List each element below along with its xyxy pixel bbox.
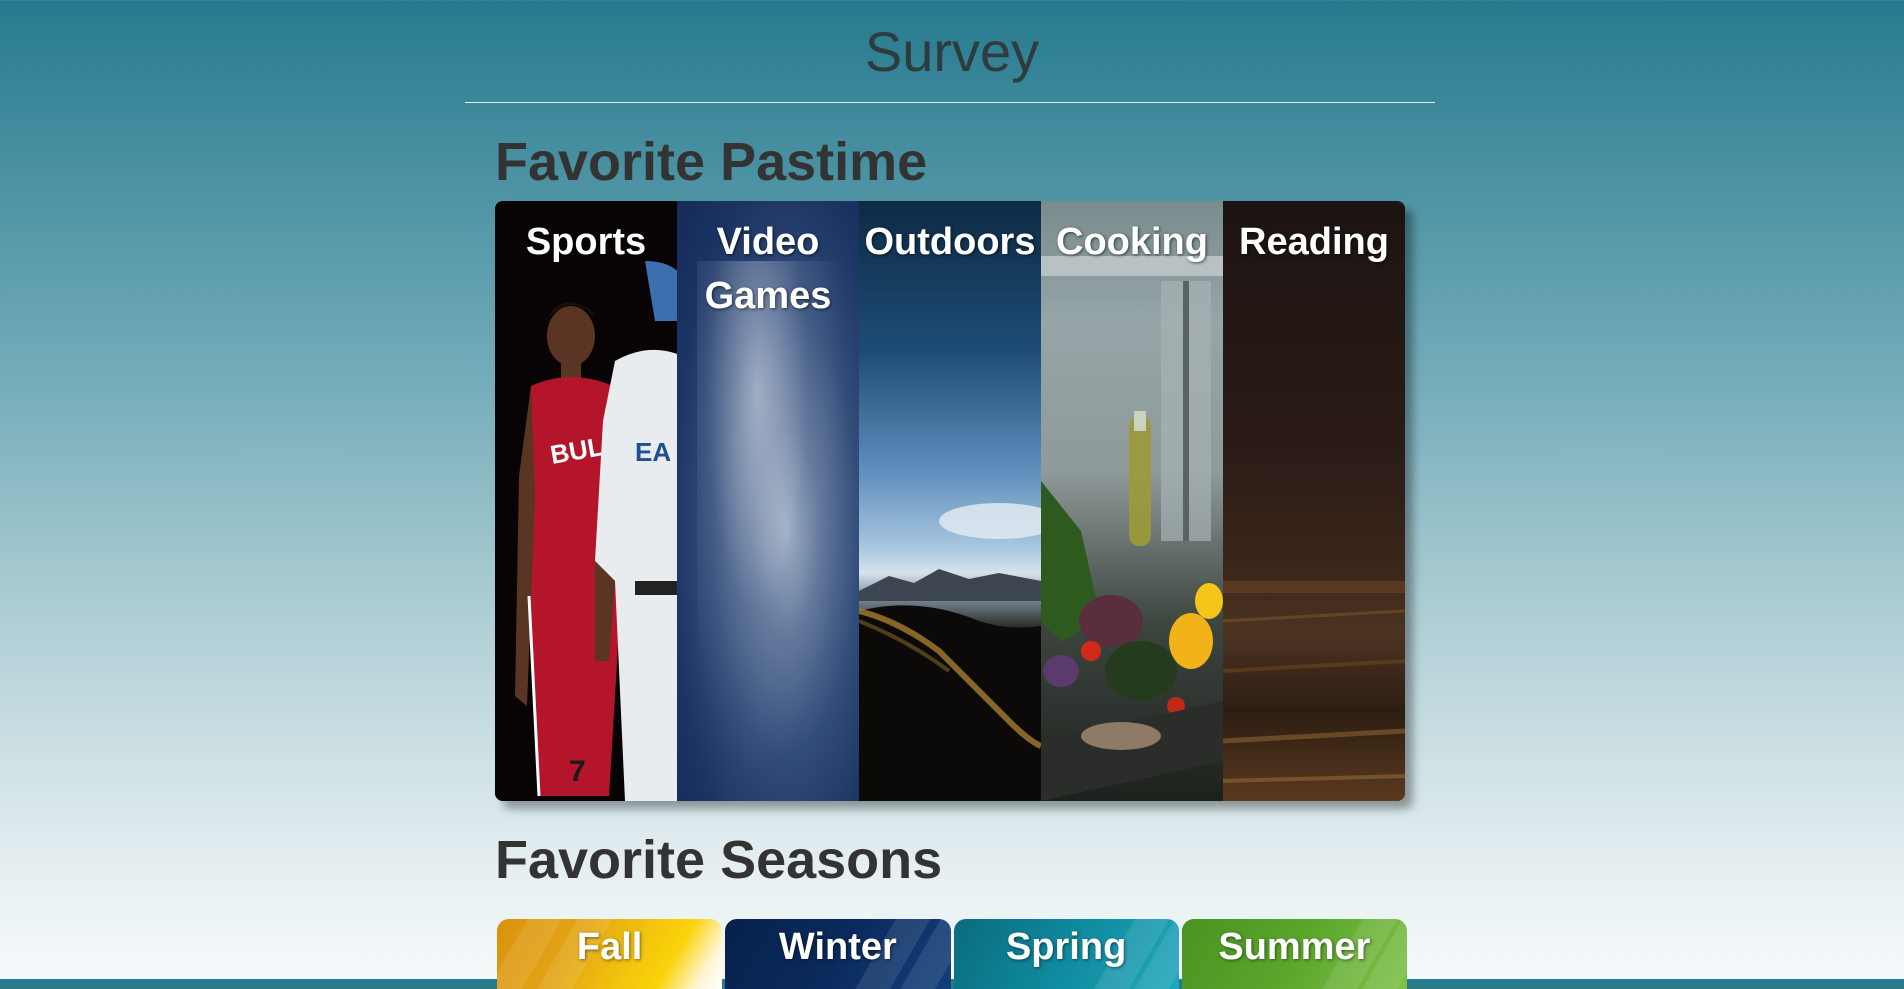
pastime-option-outdoors[interactable]: Outdoors xyxy=(859,201,1041,801)
season-label: Spring xyxy=(1005,926,1127,968)
cooking-photo xyxy=(1041,256,1223,801)
season-label: Summer xyxy=(1218,926,1371,968)
pastime-label-line-2: Games xyxy=(704,275,832,317)
pastime-option-cooking[interactable]: Cooking xyxy=(1041,201,1223,801)
pastime-label: Cooking xyxy=(1056,221,1208,263)
pastime-option-reading[interactable]: Reading xyxy=(1223,201,1405,801)
favorite-pastime-heading: Favorite Pastime xyxy=(495,132,928,192)
baseball-player-photo: EA xyxy=(595,261,677,801)
pastime-label: Video Games xyxy=(677,215,859,323)
title-divider xyxy=(465,102,1435,103)
video-games-photo xyxy=(697,261,847,781)
page-title: Survey xyxy=(864,20,1040,83)
pastime-option-video-games[interactable]: Video Games xyxy=(677,201,859,801)
pastime-options-panel: BULL 7 EA Sports Video Games Outdoors Co… xyxy=(495,201,1405,801)
pastime-label: Reading xyxy=(1239,221,1389,263)
season-label: Fall xyxy=(576,926,643,968)
pastime-option-sports[interactable]: BULL 7 EA Sports xyxy=(495,201,677,801)
pastime-label: Outdoors xyxy=(864,221,1036,263)
svg-text:7: 7 xyxy=(569,755,586,788)
pastime-label: Sports xyxy=(525,221,647,263)
favorite-seasons-heading: Favorite Seasons xyxy=(495,830,943,890)
season-label: Winter xyxy=(778,926,897,968)
svg-text:EA: EA xyxy=(635,437,671,467)
reading-photo xyxy=(1223,581,1405,783)
pastime-label-line-1: Video xyxy=(716,221,820,263)
outdoors-photo xyxy=(859,503,1041,801)
